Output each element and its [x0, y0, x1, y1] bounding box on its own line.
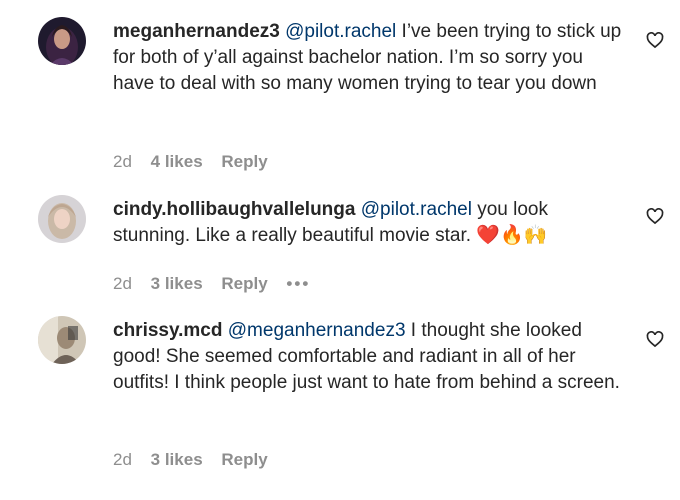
comment-meta: 2d 3 likes Reply: [113, 450, 282, 470]
comment-meta: 2d 4 likes Reply: [113, 152, 282, 172]
reply-button[interactable]: Reply: [221, 274, 267, 293]
comment-mention[interactable]: @pilot.rachel: [361, 199, 472, 220]
more-options-icon[interactable]: •••: [286, 274, 310, 293]
comment-time: 2d: [113, 450, 132, 469]
comment-text: cindy.hollibaughvallelunga @pilot.rachel…: [113, 197, 623, 249]
comment-text: chrissy.mcd @meganhernandez3 I thought s…: [113, 318, 623, 396]
reply-button[interactable]: Reply: [221, 450, 267, 469]
heart-outline-icon[interactable]: [645, 329, 665, 349]
comment-mention[interactable]: @pilot.rachel: [285, 21, 396, 42]
avatar[interactable]: [38, 316, 86, 364]
heart-outline-icon[interactable]: [645, 30, 665, 50]
comment-username[interactable]: meganhernandez3: [113, 21, 280, 42]
comment-text: meganhernandez3 @pilot.rachel I’ve been …: [113, 19, 623, 97]
comment-username[interactable]: chrissy.mcd: [113, 320, 222, 341]
comment-time: 2d: [113, 152, 132, 171]
avatar[interactable]: [38, 195, 86, 243]
comment-mention[interactable]: @meganhernandez3: [228, 320, 406, 341]
avatar[interactable]: [38, 17, 86, 65]
reply-button[interactable]: Reply: [221, 152, 267, 171]
emoji-sequence: ❤️🔥🙌: [476, 225, 548, 246]
comment-likes[interactable]: 4 likes: [151, 152, 203, 171]
comment-meta: 2d 3 likes Reply •••: [113, 274, 324, 294]
comment-username[interactable]: cindy.hollibaughvallelunga: [113, 199, 355, 220]
comment-likes[interactable]: 3 likes: [151, 274, 203, 293]
comment-likes[interactable]: 3 likes: [151, 450, 203, 469]
heart-outline-icon[interactable]: [645, 206, 665, 226]
comment-time: 2d: [113, 274, 132, 293]
